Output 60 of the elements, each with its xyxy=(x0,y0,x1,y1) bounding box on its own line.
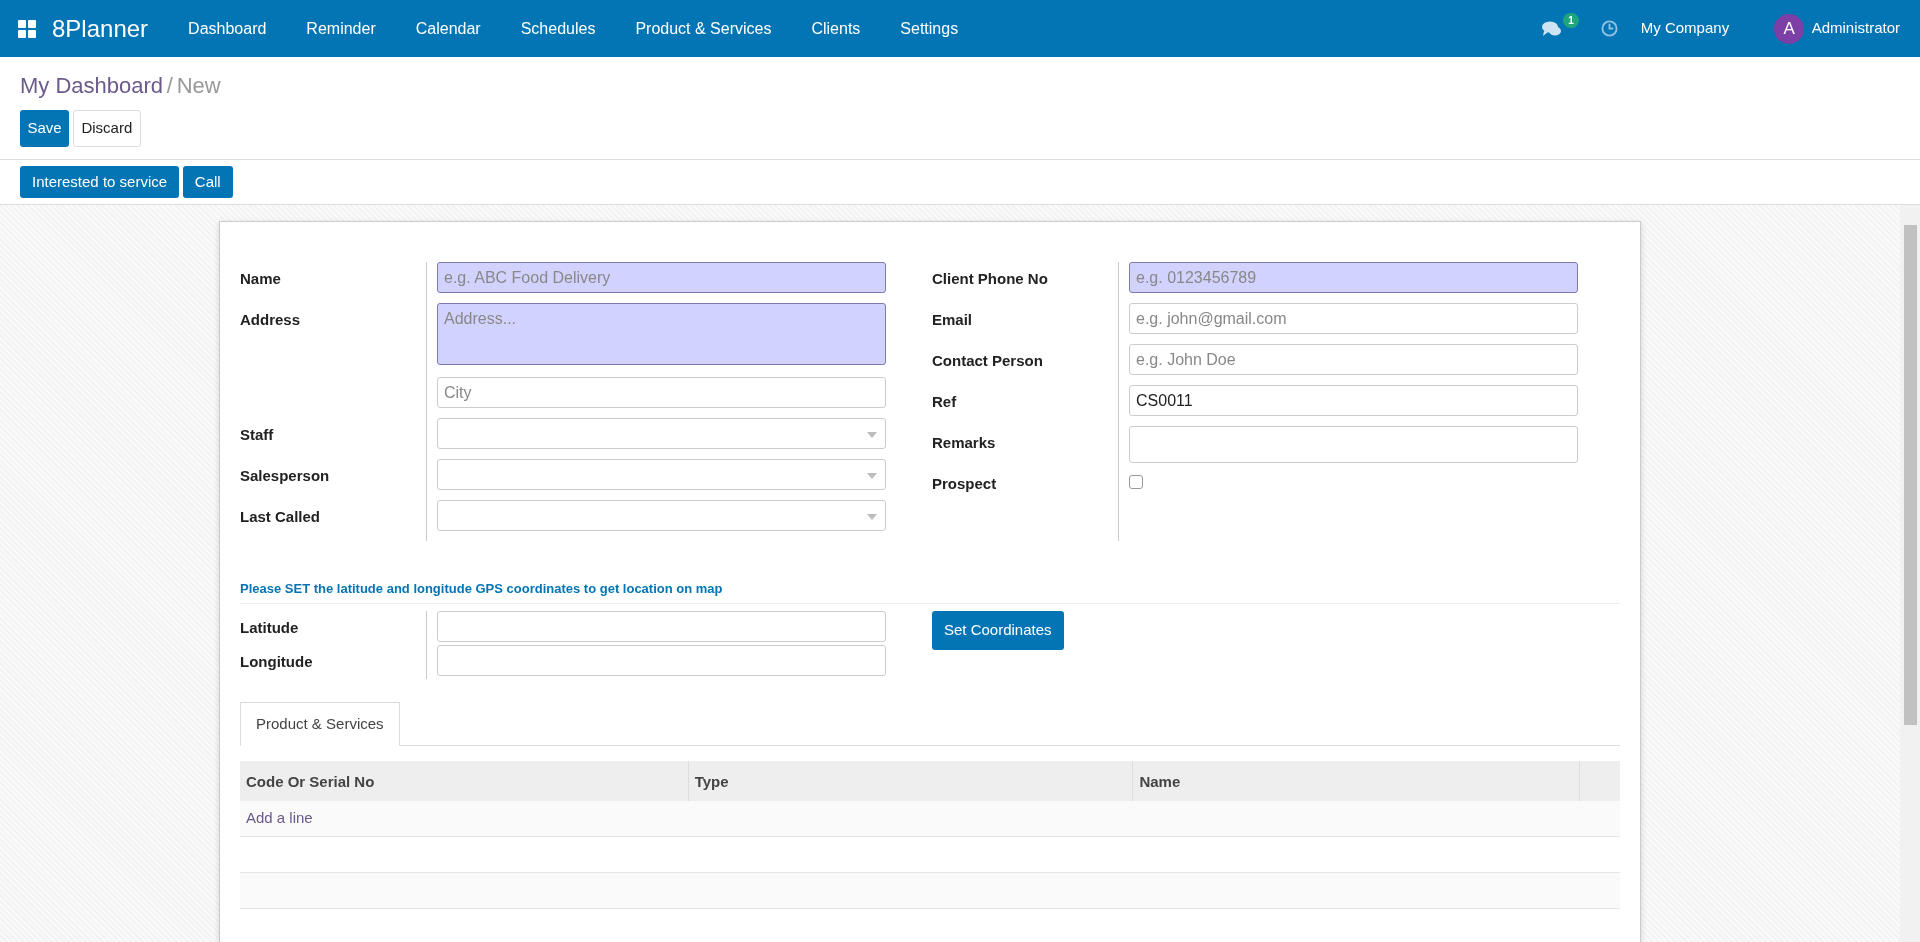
field-label: Client Phone No xyxy=(932,270,1048,287)
dropdown-field[interactable] xyxy=(437,418,886,449)
menu-link[interactable]: Product & Services xyxy=(615,16,792,41)
menu-link[interactable]: Schedules xyxy=(500,16,616,41)
field-label: Salesperson xyxy=(240,467,330,484)
field-label: Ref xyxy=(932,393,957,410)
field-label: Remarks xyxy=(932,434,996,451)
breadcrumb-link[interactable]: My Dashboard xyxy=(20,69,164,102)
caret-icon xyxy=(867,473,877,479)
field-label: Last Called xyxy=(240,508,321,525)
column-header: Code Or Serial No xyxy=(246,773,375,790)
menu-link[interactable]: Reminder xyxy=(286,16,396,41)
add-line-link[interactable]: Add a line xyxy=(246,809,313,826)
input-field[interactable]: e.g. john@gmail.com xyxy=(1129,303,1578,334)
set-coordinates-button[interactable]: Set Coordinates xyxy=(932,611,1064,650)
field-label: Longitude xyxy=(240,653,313,670)
menu-link[interactable]: Settings xyxy=(880,16,979,41)
tab[interactable]: Product & Services xyxy=(240,701,400,746)
action-button[interactable]: Call xyxy=(182,165,233,198)
discard-button[interactable]: Discard xyxy=(72,109,141,147)
column-header: Name xyxy=(1139,773,1181,790)
menu-link[interactable]: Clients xyxy=(791,16,881,41)
menu-link[interactable]: Calendar xyxy=(395,16,501,41)
column-header: Type xyxy=(694,773,729,790)
field-label: Prospect xyxy=(932,475,997,492)
gps-note: Please SET the latitude and longitude GPS coordinates to get location on map xyxy=(240,579,1620,604)
user-avatar[interactable]: A xyxy=(1774,13,1805,44)
field-label: Email xyxy=(932,311,973,328)
company-switcher[interactable]: My Company xyxy=(1640,17,1730,40)
breadcrumb-current: New xyxy=(176,72,221,100)
field-label: Address xyxy=(240,311,301,328)
chat-icon[interactable] xyxy=(1542,20,1563,37)
field-label: Contact Person xyxy=(932,352,1043,369)
field-label: Staff xyxy=(240,426,274,443)
input-field[interactable]: e.g. ABC Food Delivery xyxy=(437,262,886,293)
input-field[interactable] xyxy=(1129,426,1578,463)
notification-badge: 1 xyxy=(1563,12,1579,28)
field-label: Latitude xyxy=(240,619,299,636)
clock-icon[interactable] xyxy=(1601,20,1619,37)
breadcrumb-separator: / xyxy=(166,72,173,100)
input-field[interactable] xyxy=(437,645,886,676)
brand-name[interactable]: 8Planner xyxy=(52,10,149,47)
input-field[interactable]: e.g. John Doe xyxy=(1129,344,1578,375)
prospect-checkbox[interactable] xyxy=(1129,475,1143,489)
app-menu-icon[interactable] xyxy=(18,19,36,38)
save-button[interactable]: Save xyxy=(20,109,70,147)
user-name[interactable]: Administrator xyxy=(1811,17,1900,40)
caret-icon xyxy=(867,432,877,438)
input-field[interactable]: City xyxy=(437,377,886,408)
dropdown-field[interactable] xyxy=(437,500,886,531)
action-button[interactable]: Interested to service xyxy=(20,165,180,198)
input-field[interactable] xyxy=(437,611,886,642)
input-field[interactable]: Address... xyxy=(437,303,886,365)
scrollbar-thumb[interactable] xyxy=(1904,225,1917,725)
field-label: Name xyxy=(240,270,281,287)
dropdown-field[interactable] xyxy=(437,459,886,490)
input-field[interactable]: CS0011 xyxy=(1129,385,1578,416)
menu-link[interactable]: Dashboard xyxy=(168,16,287,41)
input-field[interactable]: e.g. 0123456789 xyxy=(1129,262,1578,293)
caret-icon xyxy=(867,514,877,520)
